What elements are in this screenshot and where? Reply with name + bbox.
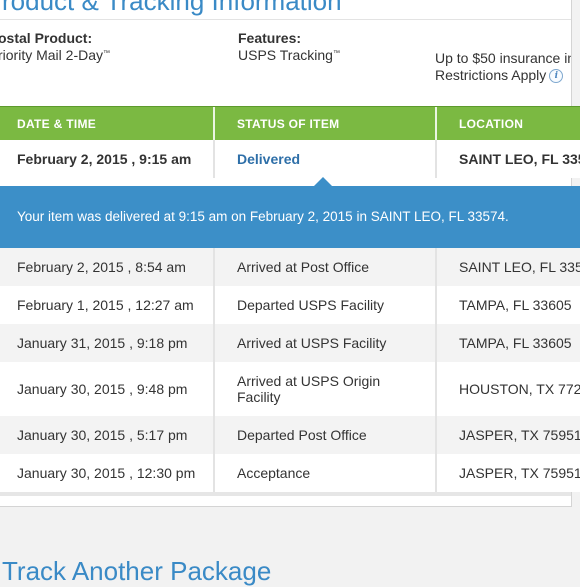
info-icon[interactable]: i — [549, 69, 564, 84]
event-date: February 1, 2015 , 12:27 am — [17, 297, 194, 313]
table-row[interactable]: February 2, 2015 , 8:54 am Arrived at Po… — [0, 248, 580, 286]
event-date: February 2, 2015 , 9:15 am — [17, 151, 192, 167]
table-row[interactable]: February 1, 2015 , 12:27 am Departed USP… — [0, 286, 580, 324]
event-location: TAMPA, FL 33605 — [459, 335, 572, 351]
postal-product-value: riority Mail 2-Day™ — [0, 47, 111, 63]
features-label: Features: — [238, 30, 302, 46]
event-status: Acceptance — [237, 465, 311, 481]
section-title: roduct & Tracking Information — [2, 0, 342, 16]
header-location: LOCATION — [459, 117, 524, 131]
header-divider — [213, 107, 215, 141]
table-bottom-edge — [0, 492, 571, 496]
event-date: January 30, 2015 , 9:48 pm — [17, 381, 188, 397]
event-status: Arrived at USPS Origin Facility — [237, 373, 381, 405]
event-location: HOUSTON, TX 7720 — [459, 381, 580, 397]
tracking-table-header: DATE & TIME STATUS OF ITEM LOCATION — [0, 106, 580, 141]
insurance-block: Up to $50 insurance inclu Restrictions A… — [435, 50, 571, 84]
event-status: Arrived at USPS Facility — [237, 335, 387, 351]
features-value: USPS Tracking™ — [238, 47, 340, 63]
event-location: SAINT LEO, FL 3357 — [459, 151, 580, 167]
column-divider — [435, 324, 437, 362]
header-status: STATUS OF ITEM — [237, 117, 340, 131]
event-status-delivered: Delivered — [237, 151, 301, 167]
features-block: Features: USPS Tracking™ — [238, 30, 340, 64]
restrictions-apply: Restrictions Apply i — [435, 67, 571, 84]
postal-product-label: ostal Product: — [0, 30, 93, 46]
column-divider — [213, 286, 215, 324]
column-divider — [213, 416, 215, 454]
column-divider — [435, 416, 437, 454]
section-divider — [0, 19, 571, 20]
column-divider — [213, 324, 215, 362]
event-status: Departed USPS Facility — [237, 297, 385, 313]
event-location: JASPER, TX 75951 — [459, 427, 580, 443]
event-date: January 31, 2015 , 9:18 pm — [17, 335, 188, 351]
delivery-message: Your item was delivered at 9:15 am on Fe… — [17, 209, 509, 224]
delivery-banner: Your item was delivered at 9:15 am on Fe… — [0, 186, 580, 248]
column-divider — [213, 454, 215, 492]
postal-product: ostal Product: riority Mail 2-Day™ — [0, 30, 110, 64]
column-divider — [213, 362, 215, 416]
event-location: SAINT LEO, FL 3357 — [459, 259, 580, 275]
column-divider — [213, 140, 215, 178]
header-date-time: DATE & TIME — [17, 117, 97, 131]
column-divider — [435, 286, 437, 324]
insurance-text: Up to $50 insurance inclu — [435, 50, 571, 66]
table-row[interactable]: January 30, 2015 , 12:30 pm Acceptance J… — [0, 454, 580, 492]
table-row[interactable]: January 30, 2015 , 9:48 pm Arrived at US… — [0, 362, 580, 416]
event-date: January 30, 2015 , 12:30 pm — [17, 465, 196, 481]
event-location: TAMPA, FL 33605 — [459, 297, 572, 313]
column-divider — [213, 248, 215, 286]
event-location: JASPER, TX 75951 — [459, 465, 580, 481]
event-date: February 2, 2015 , 8:54 am — [17, 259, 186, 275]
event-status: Departed Post Office — [237, 427, 367, 443]
table-row[interactable]: January 30, 2015 , 5:17 pm Departed Post… — [0, 416, 580, 454]
track-another-package-title: Track Another Package — [2, 556, 272, 586]
event-status: Arrived at Post Office — [237, 259, 370, 275]
latest-event-row[interactable]: February 2, 2015 , 9:15 am Delivered SAI… — [0, 140, 580, 178]
column-divider — [435, 362, 437, 416]
event-date: January 30, 2015 , 5:17 pm — [17, 427, 188, 443]
column-divider — [435, 140, 437, 178]
header-divider — [435, 107, 437, 141]
column-divider — [435, 454, 437, 492]
column-divider — [435, 248, 437, 286]
table-row[interactable]: January 31, 2015 , 9:18 pm Arrived at US… — [0, 324, 580, 362]
